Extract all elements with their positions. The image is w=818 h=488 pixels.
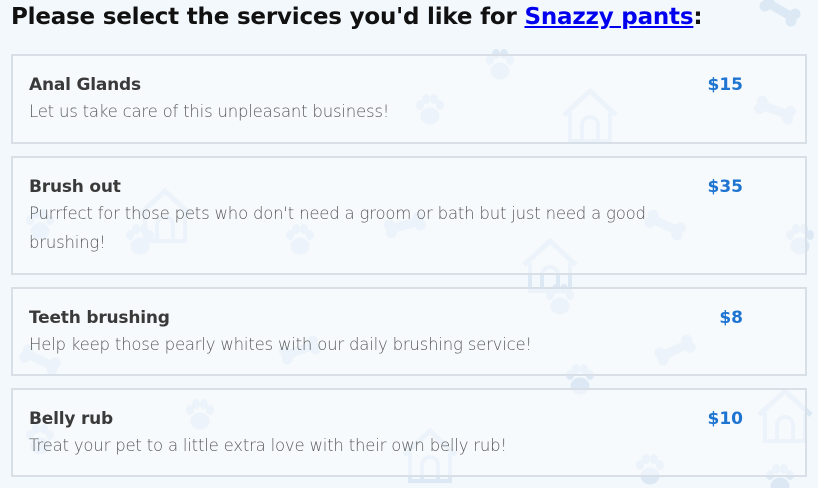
service-card-belly-rub[interactable]: Belly rub Treat your pet to a little ext… <box>11 388 807 477</box>
service-price: $8 <box>719 308 743 328</box>
page-title-suffix: : <box>693 4 703 30</box>
service-description: Treat your pet to a little extra love wi… <box>29 436 507 455</box>
service-card-anal-glands[interactable]: Anal Glands Let us take care of this unp… <box>11 54 807 144</box>
dog-bone-icon <box>757 0 803 29</box>
service-price: $10 <box>707 409 744 429</box>
service-card-brush-out[interactable]: Brush out Purrfect for those pets who do… <box>11 156 807 275</box>
service-card-teeth-brushing[interactable]: Teeth brushing Help keep those pearly wh… <box>11 287 807 376</box>
service-name: Belly rub <box>29 409 113 429</box>
service-price: $15 <box>707 75 744 95</box>
service-name: Teeth brushing <box>29 308 170 328</box>
service-name: Anal Glands <box>29 75 141 95</box>
service-name: Brush out <box>29 177 121 197</box>
service-list: Anal Glands Let us take care of this unp… <box>11 54 807 488</box>
service-description: Let us take care of this unpleasant busi… <box>29 102 390 121</box>
pet-name-link[interactable]: Snazzy pants <box>524 4 693 30</box>
service-description: Purrfect for those pets who don't need a… <box>29 204 646 252</box>
service-price: $35 <box>707 177 744 197</box>
service-description: Help keep those pearly whites with our d… <box>29 335 532 354</box>
page-title-prefix: Please select the services you'd like fo… <box>11 4 525 30</box>
page-title: Please select the services you'd like fo… <box>11 4 703 30</box>
